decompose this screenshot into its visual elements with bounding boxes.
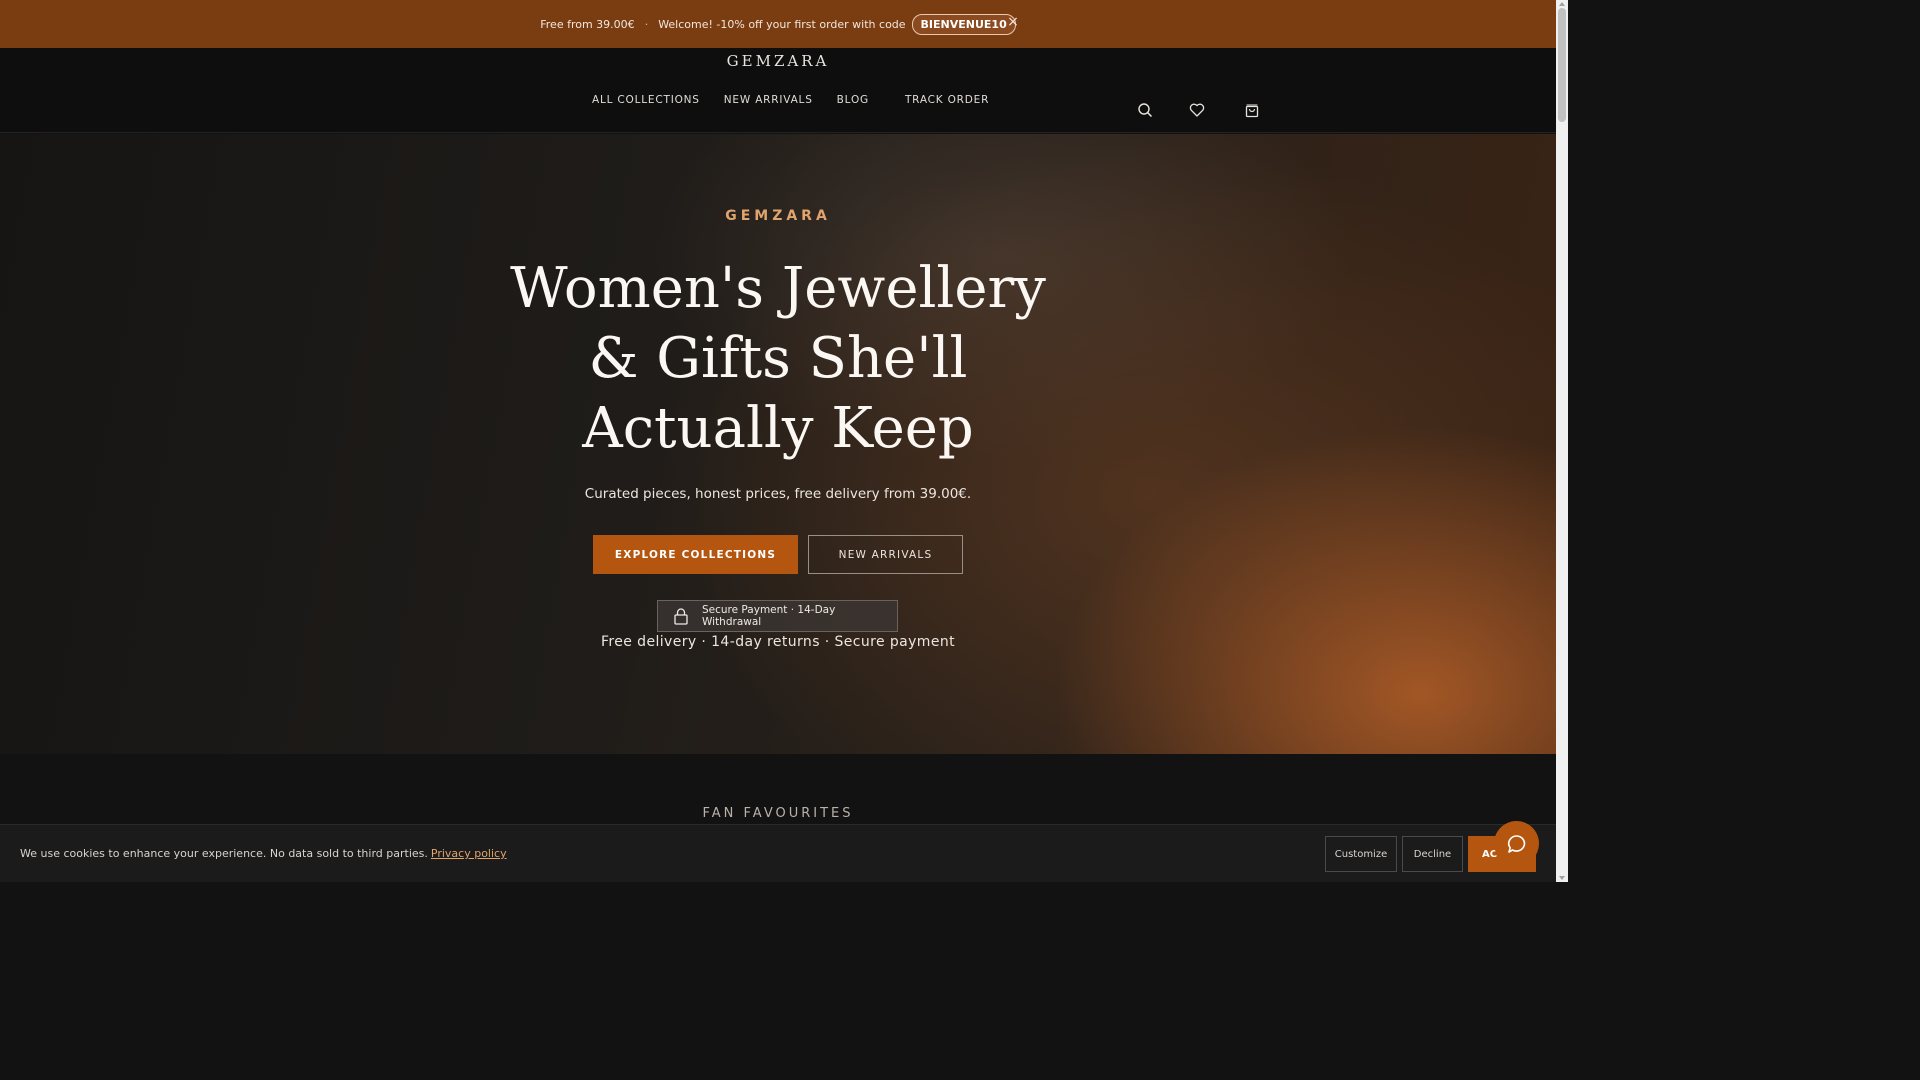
lock-icon — [672, 607, 690, 625]
hero-eyebrow: GEMZARA — [725, 208, 831, 224]
cookie-message-text: We use cookies to enhance your experienc… — [20, 847, 428, 860]
hero-tagline: Free delivery · 14-day returns · Secure … — [601, 634, 955, 650]
site-header: GEMZARA ALL COLLECTIONS NEW ARRIVALS BLO… — [0, 48, 1556, 133]
announcement-separator: · — [644, 17, 649, 31]
scroll-down-arrow-icon[interactable] — [1559, 876, 1565, 880]
scrollbar-thumb[interactable] — [1558, 8, 1566, 122]
page-scrollbar[interactable] — [1556, 0, 1568, 882]
secure-payment-text: Secure Payment · 14-Day Withdrawal — [702, 604, 836, 628]
scroll-up-arrow-icon[interactable] — [1559, 2, 1565, 6]
hero-headline: Women's Jewellery & Gifts She'll Actuall… — [510, 256, 1046, 461]
heart-icon[interactable] — [1189, 102, 1207, 120]
chat-bubble-icon — [1507, 834, 1525, 853]
hero-subtitle: Curated pieces, honest prices, free deli… — [584, 486, 972, 502]
logo[interactable]: GEMZARA — [0, 52, 1556, 70]
secure-payment-badge: Secure Payment · 14-Day Withdrawal — [657, 600, 898, 632]
fan-favourites-heading: FAN FAVOURITES — [702, 806, 854, 821]
explore-collections-button[interactable]: EXPLORE COLLECTIONS — [593, 535, 798, 574]
bag-icon[interactable] — [1244, 102, 1262, 120]
privacy-policy-link[interactable]: Privacy policy — [431, 847, 507, 860]
cookie-message: We use cookies to enhance your experienc… — [20, 847, 507, 860]
welcome-text: Welcome! -10% off your first order with … — [658, 17, 906, 31]
nav-track-order[interactable]: TRACK ORDER — [905, 94, 989, 106]
hero-section: GEMZARA Women's Jewellery & Gifts She'll… — [0, 134, 1556, 754]
new-arrivals-button[interactable]: NEW ARRIVALS — [808, 535, 963, 574]
cookie-decline-button[interactable]: Decline — [1402, 836, 1463, 872]
promo-code-badge[interactable]: BIENVENUE10 — [911, 13, 1016, 35]
cookie-customize-button[interactable]: Customize — [1325, 836, 1397, 872]
free-delivery-text: Free from 39.00€ — [540, 17, 635, 31]
close-announcement-button[interactable]: × — [1006, 14, 1020, 32]
announcement-bar: Free from 39.00€ · Welcome! -10% off you… — [0, 0, 1556, 48]
search-icon[interactable] — [1137, 102, 1155, 120]
nav-all-collections[interactable]: ALL COLLECTIONS — [592, 94, 700, 106]
cookie-banner: We use cookies to enhance your experienc… — [0, 824, 1556, 882]
nav-new-arrivals[interactable]: NEW ARRIVALS — [724, 94, 813, 106]
main-nav: ALL COLLECTIONS NEW ARRIVALS BLOG TRACK … — [592, 94, 1013, 106]
nav-blog[interactable]: BLOG — [837, 94, 869, 106]
chat-launcher-button[interactable] — [1494, 821, 1539, 866]
